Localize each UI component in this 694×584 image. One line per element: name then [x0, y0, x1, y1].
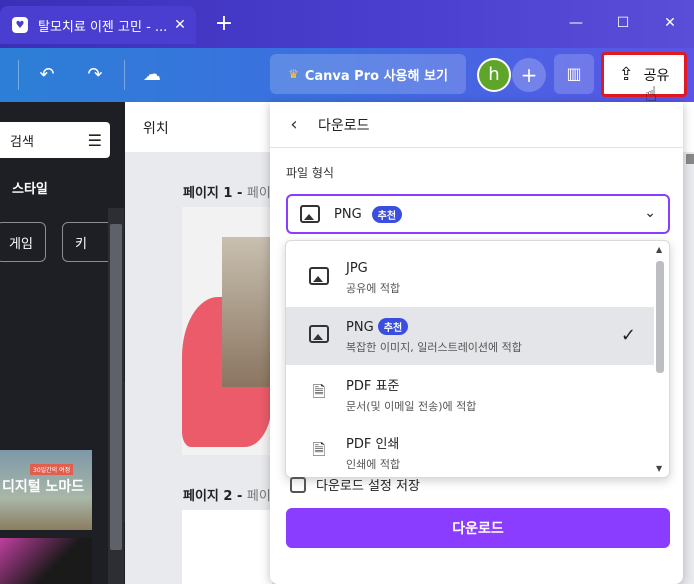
scrollbar-thumb[interactable] [656, 261, 664, 373]
scroll-down-arrow-icon[interactable]: ▼ [656, 464, 662, 473]
minimize-button[interactable]: — [553, 8, 599, 38]
format-option-pdf-print[interactable]: 🗎 PDF 인쇄인쇄에 적합 [286, 423, 654, 477]
chevron-down-icon: ⌄ [644, 205, 656, 221]
photo-frame [222, 237, 272, 387]
option-desc: 인쇄에 적합 [346, 457, 401, 471]
maximize-button[interactable]: ☐ [600, 8, 646, 38]
option-name-row: PNG 추천 [346, 317, 522, 335]
thumbnail-tag: 30일간의 여정 [30, 464, 74, 475]
sidebar-scrollbar[interactable] [108, 208, 124, 584]
option-name: PNG [346, 319, 374, 335]
chip-game[interactable]: 게임 [0, 222, 46, 262]
image-icon [304, 267, 334, 289]
add-collaborator-button[interactable]: + [512, 58, 546, 92]
new-tab-button[interactable]: + [210, 10, 238, 38]
crown-icon: ♛ [288, 67, 299, 81]
option-name: PDF 표준 [346, 378, 400, 394]
template-thumbnail[interactable]: 30일간의 여정 디지털 노마드 [0, 450, 92, 530]
undo-icon[interactable]: ↶ [32, 60, 62, 90]
option-name: JPG [346, 260, 368, 276]
redo-icon[interactable]: ↷ [80, 60, 110, 90]
selected-format: PNG [334, 206, 362, 222]
template-thumbnail[interactable] [0, 538, 92, 584]
format-option-jpg[interactable]: JPG 공유에 적합 [286, 249, 654, 307]
tab-title: 탈모치료 이젠 고민 - ... [38, 19, 168, 35]
option-name: PDF 인쇄 [346, 436, 400, 452]
scrollbar-thumb[interactable] [110, 224, 122, 550]
recommended-badge: 추천 [377, 317, 409, 335]
position-button[interactable]: 위치 [143, 118, 169, 138]
recommended-badge: 추천 [371, 205, 403, 223]
save-settings-checkbox-row[interactable]: 다운로드 설정 저장 [290, 475, 420, 494]
document-icon: 🗎 [312, 381, 326, 401]
header-divider [18, 60, 19, 90]
page-2-label: 페이지 2 - 페이 [183, 485, 271, 504]
save-settings-label: 다운로드 설정 저장 [316, 479, 420, 494]
page-2-title: 페이지 2 - [183, 489, 247, 504]
search-placeholder: 검색 [10, 134, 34, 150]
dropdown-scrollbar[interactable]: ▲ ▼ [655, 245, 665, 473]
page-1-title: 페이지 1 - [183, 186, 247, 201]
format-dropdown-list: JPG 공유에 적합 PNG 추천복잡한 이미지, 일러스트레이션에 적합 ✓ 🗎… [285, 240, 670, 478]
page-1-title-rest: 페이 [246, 186, 271, 201]
checkmark-icon: ✓ [620, 325, 636, 346]
thumbnail-title: 디지털 노마드 [2, 479, 85, 495]
insights-chart-icon[interactable]: ▥ [554, 54, 594, 94]
tab-close-icon[interactable]: ✕ [170, 17, 190, 33]
share-button[interactable]: ⇪ 공유 [601, 52, 687, 97]
upload-icon: ⇪ [618, 64, 634, 85]
download-panel-title: 다운로드 [318, 117, 370, 134]
image-icon [304, 325, 334, 347]
back-chevron-icon[interactable]: ‹ [270, 114, 318, 135]
page-2-preview[interactable] [182, 510, 272, 584]
browser-tab[interactable]: ♥ 탈모치료 이젠 고민 - ... ✕ [0, 6, 196, 44]
search-input[interactable]: 검색 ☰ [0, 122, 110, 158]
browser-tab-bar: ♥ 탈모치료 이젠 고민 - ... ✕ + — ☐ ✕ [0, 0, 694, 48]
cloud-saved-icon[interactable]: ☁ [137, 60, 167, 90]
try-canva-pro-button[interactable]: ♛ Canva Pro 사용해 보기 [270, 54, 466, 94]
style-heading: 스타일 [12, 182, 48, 197]
page-1-preview[interactable] [182, 207, 272, 455]
option-desc: 공유에 적합 [346, 281, 401, 295]
file-format-select[interactable]: PNG 추천 ⌄ [286, 194, 670, 234]
download-panel-header: ‹ 다운로드 [270, 102, 683, 148]
option-desc: 복잡한 이미지, 일러스트레이션에 적합 [346, 340, 522, 354]
format-option-pdf-standard[interactable]: 🗎 PDF 표준문서(및 이메일 전송)에 적합 [286, 365, 654, 423]
header-divider [124, 60, 125, 90]
page-1-label: 페이지 1 - 페이 [183, 182, 271, 201]
canvas-scrollbar[interactable] [686, 152, 694, 584]
window-close-button[interactable]: ✕ [647, 8, 693, 38]
pro-label: Canva Pro 사용해 보기 [304, 68, 448, 84]
scrollbar-thumb[interactable] [686, 154, 694, 164]
download-button[interactable]: 다운로드 [286, 508, 670, 548]
document-icon: 🗎 [312, 439, 326, 459]
option-desc: 문서(및 이메일 전송)에 적합 [346, 399, 477, 413]
format-option-png[interactable]: PNG 추천복잡한 이미지, 일러스트레이션에 적합 ✓ [286, 307, 654, 365]
file-format-label: 파일 형식 [286, 166, 334, 180]
scroll-up-arrow-icon[interactable]: ▲ [656, 245, 662, 254]
page-2-title-rest: 페이 [246, 489, 271, 504]
save-settings-checkbox[interactable] [290, 476, 306, 493]
filter-sliders-icon[interactable]: ☰ [88, 131, 102, 150]
canva-favicon-icon: ♥ [12, 17, 28, 33]
avatar[interactable]: h [477, 58, 511, 92]
image-icon [300, 205, 320, 223]
